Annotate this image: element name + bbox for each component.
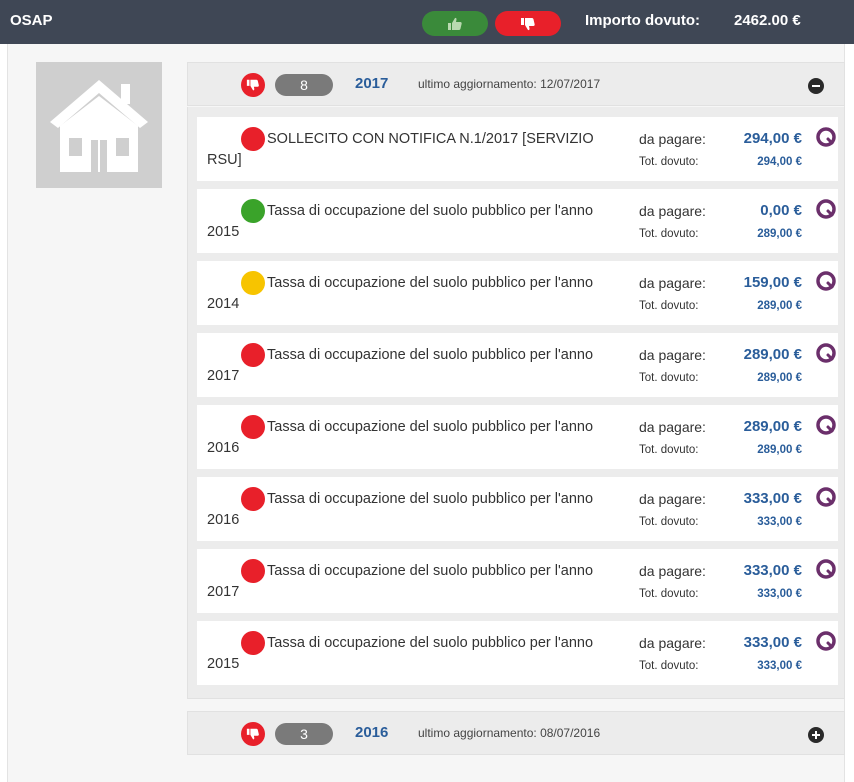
total-value: 333,00 € (757, 660, 802, 672)
pay-value: 159,00 € (743, 274, 802, 291)
list-item[interactable]: Tassa di occupazione del suolo pubblico … (197, 549, 838, 613)
count-badge: 8 (275, 74, 333, 96)
total-value: 294,00 € (757, 156, 802, 168)
group-updated: ultimo aggiornamento: 12/07/2017 (418, 77, 601, 91)
group-items-2017: SOLLECITO CON NOTIFICA N.1/2017 [SERVIZI… (187, 107, 845, 699)
pay-value: 0,00 € (760, 202, 802, 219)
list-item[interactable]: Tassa di occupazione del suolo pubblico … (197, 261, 838, 325)
total-label: Tot. dovuto: (639, 300, 699, 312)
pay-value: 289,00 € (743, 346, 802, 363)
total-value: 289,00 € (757, 228, 802, 240)
app-title: OSAP (10, 12, 53, 29)
detail-search-icon[interactable] (816, 343, 836, 363)
total-label: Tot. dovuto: (639, 660, 699, 672)
detail-search-icon[interactable] (816, 631, 836, 651)
total-label: Tot. dovuto: (639, 588, 699, 600)
detail-search-icon[interactable] (816, 271, 836, 291)
total-label: Tot. dovuto: (639, 516, 699, 528)
total-label: Tot. dovuto: (639, 156, 699, 168)
total-value: 333,00 € (757, 588, 802, 600)
list-item[interactable]: Tassa di occupazione del suolo pubblico … (197, 189, 838, 253)
thumbs-up-icon (448, 17, 462, 30)
detail-search-icon[interactable] (816, 415, 836, 435)
unpaid-status-badge (241, 73, 265, 97)
item-description: Tassa di occupazione del suolo pubblico … (207, 491, 594, 528)
list-item[interactable]: Tassa di occupazione del suolo pubblico … (197, 405, 838, 469)
pay-label: da pagare: (639, 131, 706, 147)
total-label: Tot. dovuto: (639, 372, 699, 384)
group-header-2016[interactable]: 3 2016 ultimo aggiornamento: 08/07/2016 (187, 711, 845, 755)
group-header-2017[interactable]: 8 2017 ultimo aggiornamento: 12/07/2017 (187, 62, 845, 106)
list-item[interactable]: Tassa di occupazione del suolo pubblico … (197, 477, 838, 541)
pay-value: 294,00 € (743, 130, 802, 147)
thumbs-down-icon (246, 728, 259, 740)
unpaid-status-badge (241, 722, 265, 746)
item-description: Tassa di occupazione del suolo pubblico … (207, 563, 594, 600)
filter-paid-button[interactable] (422, 11, 488, 36)
pay-label: da pagare: (639, 203, 706, 219)
group-updated: ultimo aggiornamento: 08/07/2016 (418, 726, 601, 740)
pay-label: da pagare: (639, 347, 706, 363)
group-year: 2016 (355, 724, 389, 741)
total-value: 333,00 € (757, 516, 802, 528)
list-item[interactable]: Tassa di occupazione del suolo pubblico … (197, 333, 838, 397)
detail-search-icon[interactable] (816, 199, 836, 219)
pay-label: da pagare: (639, 419, 706, 435)
plus-circle-icon[interactable] (808, 727, 824, 743)
item-description: Tassa di occupazione del suolo pubblico … (207, 275, 594, 312)
item-description: Tassa di occupazione del suolo pubblico … (207, 203, 594, 240)
filter-unpaid-button[interactable] (495, 11, 561, 36)
pay-value: 289,00 € (743, 418, 802, 435)
thumbs-down-icon (246, 79, 259, 91)
total-value: 289,00 € (757, 300, 802, 312)
list-item[interactable]: SOLLECITO CON NOTIFICA N.1/2017 [SERVIZI… (197, 117, 838, 181)
pay-label: da pagare: (639, 635, 706, 651)
list-item[interactable]: Tassa di occupazione del suolo pubblico … (197, 621, 838, 685)
pay-value: 333,00 € (743, 490, 802, 507)
count-badge: 3 (275, 723, 333, 745)
total-label: Tot. dovuto: (639, 228, 699, 240)
item-description: Tassa di occupazione del suolo pubblico … (207, 419, 594, 456)
item-description: Tassa di occupazione del suolo pubblico … (207, 635, 594, 672)
detail-search-icon[interactable] (816, 487, 836, 507)
house-icon (36, 62, 162, 188)
pay-label: da pagare: (639, 275, 706, 291)
minus-circle-icon[interactable] (808, 78, 824, 94)
top-bar: OSAP Importo dovuto: 2462.00 € (0, 0, 854, 44)
thumbs-down-icon (521, 17, 535, 30)
importo-value: 2462.00 € (734, 12, 801, 29)
pay-label: da pagare: (639, 563, 706, 579)
total-value: 289,00 € (757, 372, 802, 384)
item-description: Tassa di occupazione del suolo pubblico … (207, 347, 594, 384)
importo-label: Importo dovuto: (585, 12, 700, 29)
pay-value: 333,00 € (743, 634, 802, 651)
total-label: Tot. dovuto: (639, 444, 699, 456)
pay-label: da pagare: (639, 491, 706, 507)
pay-value: 333,00 € (743, 562, 802, 579)
detail-search-icon[interactable] (816, 127, 836, 147)
group-year: 2017 (355, 75, 389, 92)
item-description: SOLLECITO CON NOTIFICA N.1/2017 [SERVIZI… (207, 131, 594, 168)
detail-search-icon[interactable] (816, 559, 836, 579)
total-value: 289,00 € (757, 444, 802, 456)
